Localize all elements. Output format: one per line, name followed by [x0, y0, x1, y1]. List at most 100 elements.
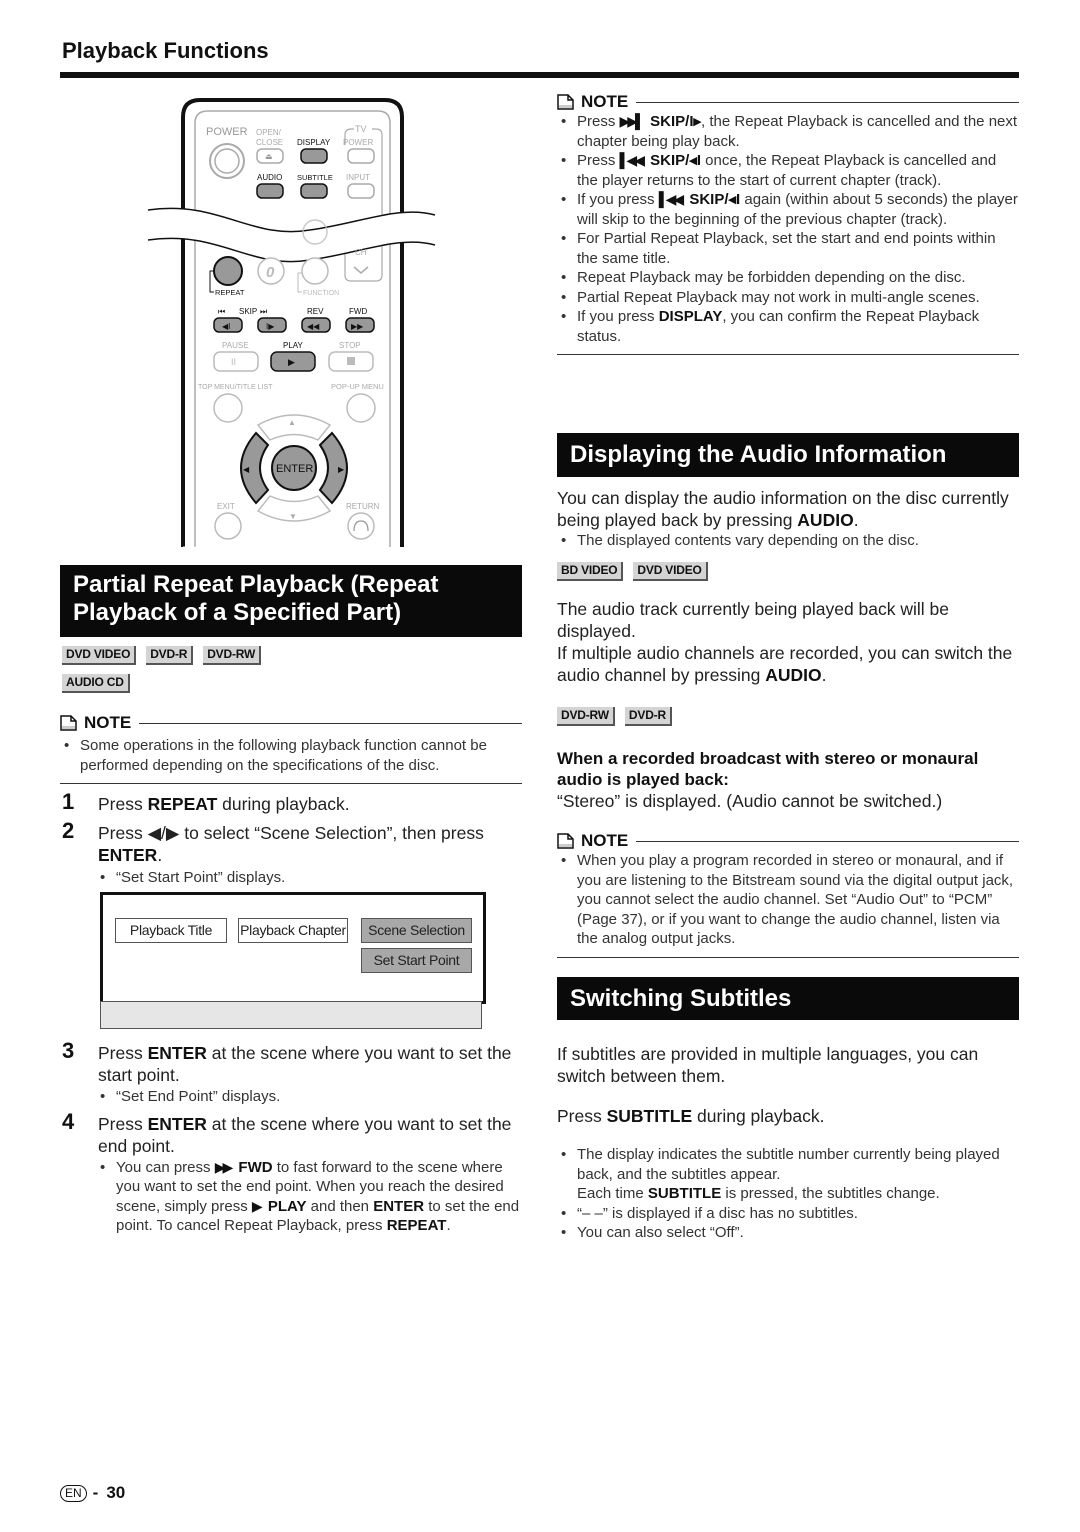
label-repeat: REPEAT — [215, 288, 245, 297]
page-number: 30 — [106, 1483, 126, 1502]
svg-text:TOP MENU/TITLE LIST: TOP MENU/TITLE LIST — [198, 384, 273, 391]
note-item: Press ▌◀◀ SKIP/◂I once, the Repeat Playb… — [557, 151, 1019, 190]
step-3: 3 Press ENTER at the scene where you want… — [60, 1040, 522, 1107]
svg-text:▶: ▶ — [338, 465, 345, 474]
onscreen-status-bar — [100, 1001, 482, 1029]
svg-text:SUBTITLE: SUBTITLE — [297, 173, 333, 182]
step-2-note: “Set Start Point” displays. — [98, 868, 522, 888]
svg-text:OPEN/: OPEN/ — [256, 128, 282, 137]
svg-text:PLAY: PLAY — [283, 341, 304, 350]
play-icon: ▶ — [251, 1197, 263, 1214]
svg-text:CH: CH — [355, 248, 367, 257]
exit-button[interactable] — [214, 512, 242, 540]
svg-text:I▶: I▶ — [266, 322, 275, 331]
language-badge: EN — [60, 1484, 87, 1502]
svg-text:AUDIO: AUDIO — [257, 173, 282, 182]
audio-para-2: If multiple audio channels are recorded,… — [557, 642, 1013, 685]
note-item: Some operations in the following playbac… — [60, 736, 522, 775]
tv-power-button[interactable] — [347, 148, 375, 164]
badge-bd-video: BD VIDEO — [557, 561, 624, 581]
svg-text:FWD: FWD — [349, 307, 367, 316]
label-display: DISPLAY — [297, 138, 331, 147]
badge-audio-cd: AUDIO CD — [62, 674, 130, 693]
menu-scene-selection[interactable]: Scene Selection — [361, 918, 472, 943]
svg-text:▶: ▶ — [288, 357, 295, 367]
disc-badges-audio-1: BD VIDEO DVD VIDEO — [557, 561, 1019, 581]
note-item: Partial Repeat Playback may not work in … — [557, 288, 1019, 308]
svg-text:POP-UP MENU: POP-UP MENU — [331, 382, 384, 391]
step-4-note: You can press ▶▶ FWD to fast forward to … — [98, 1158, 522, 1236]
menu-playback-title[interactable]: Playback Title — [115, 918, 227, 943]
audio-subheading: When a recorded broadcast with stereo or… — [557, 748, 979, 789]
header-rule — [60, 72, 1019, 78]
fwd-icon: ▶▶ — [214, 1158, 233, 1175]
svg-text:REV: REV — [307, 307, 324, 316]
step-3-note: “Set End Point” displays. — [98, 1087, 522, 1107]
note-header: NOTE — [60, 713, 522, 733]
menu-playback-chapter[interactable]: Playback Chapter — [238, 918, 348, 943]
svg-text:⏭: ⏭ — [260, 307, 267, 316]
badge-dvd-r: DVD-R — [624, 706, 672, 726]
note-icon — [557, 94, 574, 110]
subtitles-body: If subtitles are provided in multiple la… — [557, 1043, 1019, 1243]
audio-intro: You can display the audio information on… — [557, 488, 1009, 530]
note-item: Press ▶▶▌ SKIP/I▸, the Repeat Playback i… — [557, 112, 1019, 151]
note-divider — [557, 354, 1019, 355]
subtitles-press: Press SUBTITLE during playback. — [557, 1106, 825, 1126]
svg-text:ENTER: ENTER — [276, 463, 313, 475]
menu-set-start-point[interactable]: Set Start Point — [361, 948, 472, 973]
subtitle-button[interactable] — [300, 183, 328, 199]
svg-text:▲: ▲ — [288, 418, 296, 427]
section-title: Playback Functions — [62, 38, 269, 63]
svg-text:▶▶: ▶▶ — [351, 322, 364, 331]
return-button[interactable] — [347, 512, 375, 540]
repeat-button[interactable] — [213, 256, 243, 286]
svg-text:⏮: ⏮ — [218, 307, 225, 316]
display-button[interactable] — [300, 148, 328, 164]
note-item: When you play a program recorded in ster… — [557, 851, 1019, 949]
note-divider — [557, 956, 1019, 958]
function-button[interactable] — [301, 257, 329, 285]
svg-text:◀I: ◀I — [222, 322, 230, 331]
badge-dvd-video: DVD VIDEO — [633, 561, 708, 581]
subtitles-heading: Switching Subtitles — [557, 977, 1019, 1020]
note-item: For Partial Repeat Playback, set the sta… — [557, 229, 1019, 268]
skip-back-icon: ▌◀◀ — [658, 191, 685, 207]
badge-dvd-rw: DVD-RW — [203, 646, 262, 665]
audio-intro-bullet: The displayed contents vary depending on… — [557, 531, 1019, 551]
svg-text:II: II — [231, 357, 236, 367]
subtitles-bullet-2: “– –” is displayed if a disc has no subt… — [557, 1204, 1019, 1224]
svg-text:◀: ◀ — [243, 465, 250, 474]
audio-info-heading: Displaying the Audio Information — [557, 433, 1019, 477]
svg-text:TV: TV — [355, 124, 367, 134]
note-header: NOTE — [557, 831, 1019, 851]
note-header: NOTE — [557, 92, 1019, 112]
svg-text:INPUT: INPUT — [346, 173, 370, 182]
skip-back-icon: ▌◀◀ — [619, 152, 646, 168]
step-1: 1 Press REPEAT during playback. — [62, 789, 350, 815]
top-menu-button[interactable] — [213, 393, 243, 423]
footer-separator: - — [92, 1483, 99, 1502]
audio-button[interactable] — [256, 183, 284, 199]
note-audio: NOTE When you play a program recorded in… — [557, 831, 1019, 958]
svg-text:CLOSE: CLOSE — [256, 138, 283, 147]
svg-text:STOP: STOP — [339, 341, 361, 350]
subtitles-intro: If subtitles are provided in multiple la… — [557, 1044, 979, 1086]
svg-text:FUNCTION: FUNCTION — [303, 290, 339, 297]
note-right: NOTE Press ▶▶▌ SKIP/I▸, the Repeat Playb… — [557, 92, 1019, 355]
label-power: POWER — [206, 126, 248, 138]
badge-dvd-rw: DVD-RW — [557, 706, 615, 726]
popup-menu-button[interactable] — [346, 393, 376, 423]
input-button[interactable] — [347, 183, 375, 199]
note-item: Repeat Playback may be forbidden dependi… — [557, 268, 1019, 288]
svg-text:◀◀: ◀◀ — [307, 322, 320, 331]
note-icon — [60, 715, 77, 731]
note-item: If you press ▌◀◀ SKIP/◂I again (within a… — [557, 190, 1019, 229]
svg-text:SKIP: SKIP — [239, 307, 257, 316]
badge-dvd-video: DVD VIDEO — [62, 646, 137, 665]
svg-text:PAUSE: PAUSE — [222, 341, 249, 350]
steps-3-4: 3 Press ENTER at the scene where you want… — [60, 1040, 522, 1236]
audio-info-body: You can display the audio information on… — [557, 487, 1019, 812]
note-left: NOTE Some operations in the following pl… — [60, 713, 522, 784]
note-divider — [60, 783, 522, 784]
